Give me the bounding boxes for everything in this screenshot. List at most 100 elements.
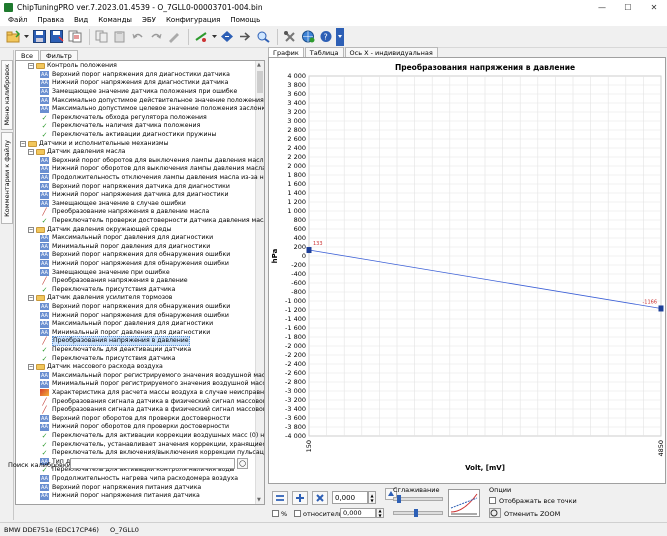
- tree-item[interactable]: ✓ Переключатель присутствия датчика: [40, 286, 176, 294]
- smoothing-thumb-2[interactable]: [414, 509, 418, 517]
- tab-all[interactable]: Все: [15, 50, 40, 60]
- tree-item[interactable]: AA Верхний порог напряжения датчика для д…: [40, 182, 230, 191]
- collapse-toggle-icon[interactable]: −: [28, 149, 34, 156]
- save-button[interactable]: [31, 29, 47, 45]
- tree-item[interactable]: ✓ Переключатель присутствия датчика: [40, 354, 176, 363]
- find-button[interactable]: [255, 29, 271, 45]
- collapse-toggle-icon[interactable]: −: [28, 364, 34, 371]
- scroll-down-icon[interactable]: ▼: [257, 497, 261, 503]
- redo-button[interactable]: [148, 29, 164, 45]
- tree-item[interactable]: ╱ Преобразования сигнала датчика в физиче…: [40, 397, 264, 406]
- tab-table[interactable]: Таблица: [304, 47, 344, 57]
- tree-item[interactable]: ✓ Переключатель для активации коррекции в…: [40, 432, 264, 440]
- tree-item[interactable]: Характеристика для расчета массы воздуха…: [40, 389, 264, 397]
- save-as-button[interactable]: [49, 29, 65, 45]
- tree-item[interactable]: AA Замещающее значение при ошибке: [40, 268, 170, 277]
- tree-item[interactable]: ╱ Преобразования напряжения в давление: [40, 336, 190, 347]
- tree-item[interactable]: ✓ Переключатель обхода регулятора положен…: [40, 114, 207, 122]
- tree-item[interactable]: AA Нижний порог напряжения для обнаружени…: [40, 260, 229, 268]
- compare-button[interactable]: [67, 29, 83, 45]
- dropdown-arrow-icon[interactable]: [211, 29, 217, 45]
- tree-item[interactable]: AA Нижний порог напряжения для диагностик…: [40, 79, 228, 87]
- show-all-points-checkbox[interactable]: [489, 497, 496, 504]
- calibration-tree[interactable]: ▲ ▼ − Контроль положения AA Верхний порог н…: [15, 60, 265, 505]
- tree-item[interactable]: AA Продолжительность отключения лампы дав…: [40, 174, 264, 182]
- tree-item[interactable]: AA Продолжительность нагрева чипа расходо…: [40, 475, 238, 483]
- tree-item[interactable]: AA Максимальный порог регистрируемого зна…: [40, 372, 264, 380]
- percent-checkbox[interactable]: [272, 510, 279, 517]
- search-button[interactable]: ◯: [237, 458, 248, 469]
- globe-button[interactable]: [300, 29, 316, 45]
- tab-calibration-menu[interactable]: Меню калибровок: [1, 60, 13, 130]
- collapse-toggle-icon[interactable]: −: [20, 140, 26, 147]
- tree-item[interactable]: AA Минимальный порог регистрируемого знач…: [40, 380, 264, 388]
- tree-item[interactable]: ╱ Преобразования напряжения в давление: [40, 277, 187, 285]
- toolbar-options-button[interactable]: [336, 27, 344, 46]
- scroll-up-icon[interactable]: ▲: [257, 62, 261, 68]
- scroll-thumb[interactable]: [257, 71, 263, 93]
- collapse-toggle-icon[interactable]: −: [28, 295, 34, 302]
- add-button[interactable]: [292, 491, 308, 505]
- tree-item[interactable]: AA Верхний порог напряжения для обнаружен…: [40, 303, 230, 311]
- tab-file-comments[interactable]: Комментарии к файлу: [1, 132, 13, 224]
- tree-item[interactable]: AA Верхний порог оборотов для проверки до…: [40, 415, 230, 423]
- tree-item[interactable]: AA Минимальный порог давления для диагнос…: [40, 243, 210, 251]
- arrow-right-button[interactable]: [237, 29, 253, 45]
- equal-button[interactable]: [272, 491, 288, 505]
- menu-edit[interactable]: Правка: [32, 16, 69, 24]
- value-input[interactable]: 0,000: [332, 491, 368, 504]
- tree-item[interactable]: ✓ Переключатель для деактивации датчика: [40, 346, 192, 354]
- tree-item[interactable]: AA Максимальный порог давления для диагно…: [40, 320, 213, 328]
- menu-view[interactable]: Вид: [69, 16, 93, 24]
- undo-button[interactable]: [130, 29, 146, 45]
- tree-item[interactable]: AA Нижний порог оборотов для проверки дос…: [40, 423, 229, 431]
- tree-folder[interactable]: − Датчик давления окружающей среды: [28, 225, 171, 233]
- tree-item[interactable]: ╱ Преобразование напряжения в давление ма…: [40, 208, 209, 216]
- tree-folder[interactable]: − Датчик массового расхода воздуха: [28, 363, 163, 371]
- paste-button[interactable]: [112, 29, 128, 45]
- open-folder-button[interactable]: [5, 29, 21, 45]
- smoothing-thumb-1[interactable]: [397, 495, 401, 503]
- tree-item[interactable]: ✓ Переключатель проверки достоверности да…: [40, 217, 264, 225]
- navigate-diamond-button[interactable]: [219, 29, 235, 45]
- tree-item[interactable]: AA Максимально допустимое целевое значени…: [40, 105, 264, 113]
- value-spinner[interactable]: ▲ ▼: [368, 491, 376, 504]
- tree-item[interactable]: AA Максимально допустимое действительное …: [40, 96, 264, 105]
- tree-item[interactable]: AA Верхний порог напряжения для диагности…: [40, 71, 230, 79]
- help-button[interactable]: ?: [318, 29, 334, 45]
- tree-folder[interactable]: − Датчики и исполнительные механизмы: [20, 139, 168, 147]
- tree-folder[interactable]: − Датчик давления усилителя тормозов: [28, 294, 172, 302]
- tab-filter[interactable]: Фильтр: [40, 50, 78, 60]
- tools-button[interactable]: [282, 29, 298, 45]
- tree-folder[interactable]: − Контроль положения: [28, 62, 117, 70]
- menu-ecu[interactable]: ЭБУ: [137, 16, 161, 24]
- tree-item[interactable]: AA Нижний порог напряжения питания датчик…: [40, 492, 200, 500]
- dropdown-arrow-icon[interactable]: [23, 29, 29, 45]
- smoothing-slider-2[interactable]: [393, 509, 443, 517]
- tree-item[interactable]: ✓ Переключатель, устанавливает значения к…: [40, 440, 264, 449]
- menu-help[interactable]: Помощь: [225, 16, 265, 24]
- tree-item[interactable]: AA Нижний порог оборотов для выключения л…: [40, 165, 264, 173]
- relative-spinner[interactable]: ▲ ▼: [376, 508, 384, 518]
- tree-item[interactable]: AA Верхний порог оборотов для выключения …: [40, 157, 264, 165]
- maximize-button[interactable]: ☐: [615, 0, 641, 14]
- menu-file[interactable]: Файл: [3, 16, 32, 24]
- close-button[interactable]: ✕: [641, 0, 667, 14]
- tree-item[interactable]: AA Замещающее значение в случае ошибки: [40, 200, 186, 208]
- edit-pencil-button[interactable]: [166, 29, 182, 45]
- search-input[interactable]: [70, 458, 235, 469]
- collapse-toggle-icon[interactable]: −: [28, 226, 34, 233]
- tree-item[interactable]: ╱ Преобразования сигнала датчика в физиче…: [40, 406, 264, 414]
- tab-graph[interactable]: График: [268, 47, 304, 57]
- cancel-zoom-icon[interactable]: [489, 508, 501, 518]
- relative-checkbox[interactable]: [294, 510, 301, 517]
- tree-item[interactable]: AA Верхний порог напряжения для обнаружен…: [40, 251, 230, 259]
- menu-commands[interactable]: Команды: [93, 16, 137, 24]
- smoothing-slider-1[interactable]: [393, 495, 443, 503]
- tree-item[interactable]: AA Максимальный порог давления для диагно…: [40, 234, 213, 242]
- tree-item[interactable]: AA Верхний порог напряжения питания датчи…: [40, 483, 201, 492]
- tree-item[interactable]: AA Замещающее значение датчика положения …: [40, 88, 237, 96]
- tree-item[interactable]: ✓ Переключатель наличия датчика положения: [40, 122, 201, 130]
- tab-x-axis[interactable]: Ось X - индивидуальная: [344, 47, 438, 57]
- relative-value-input[interactable]: 0,000: [340, 508, 376, 518]
